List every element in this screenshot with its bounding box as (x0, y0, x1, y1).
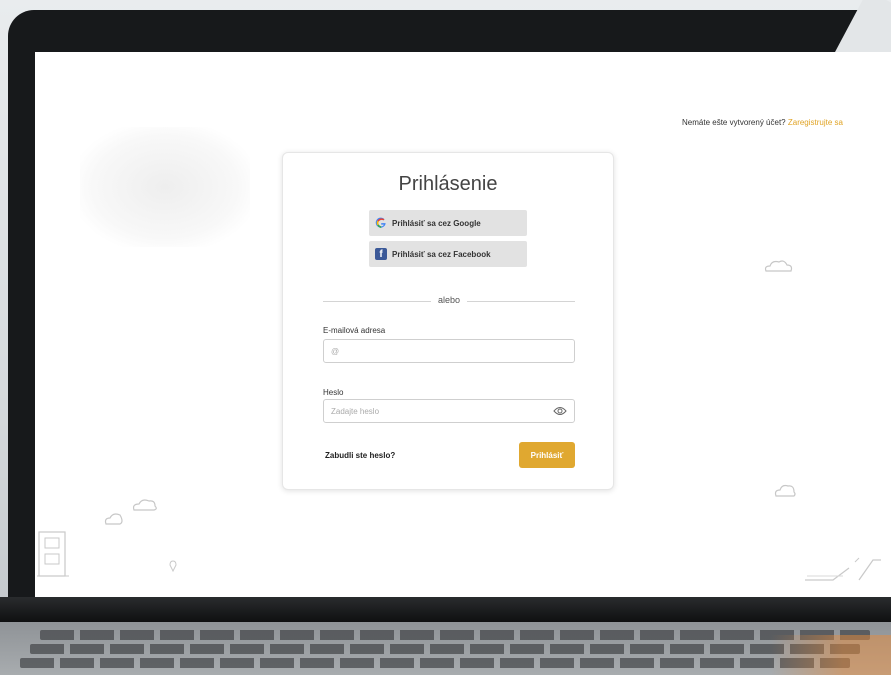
facebook-login-label: Prihlásiť sa cez Facebook (392, 249, 491, 259)
email-field[interactable]: @ (323, 339, 575, 363)
signup-prompt-text: Nemáte ešte vytvorený účet? (682, 118, 786, 127)
google-g-icon (375, 217, 387, 229)
facebook-f-icon: f (375, 248, 387, 260)
key-row (20, 658, 850, 668)
cloud-icon (104, 499, 157, 525)
forgot-password-link[interactable]: Zabudli ste heslo? (325, 451, 395, 460)
google-login-label: Prihlásiť sa cez Google (392, 218, 481, 228)
laptop-hinge (0, 597, 891, 622)
page-title: Prihlásenie (398, 173, 498, 195)
pin-icon (169, 560, 177, 572)
login-button[interactable]: Prihlásiť (519, 442, 575, 468)
laptop-screen: Nemáte ešte vytvorený účet? Zaregistrujt… (35, 52, 891, 597)
email-label: E-mailová adresa (323, 326, 386, 335)
ramp-illustration (805, 557, 881, 581)
google-login-button[interactable]: Prihlásiť sa cez Google (369, 210, 527, 236)
building-illustration (37, 531, 69, 577)
password-field[interactable]: Zadajte heslo (323, 399, 575, 423)
eye-icon[interactable] (553, 406, 567, 416)
facebook-login-button[interactable]: f Prihlásiť sa cez Facebook (369, 241, 527, 267)
key-row (40, 630, 870, 640)
signup-prompt-line: Nemáte ešte vytvorený účet? Zaregistrujt… (682, 118, 843, 127)
background-mug (771, 635, 891, 675)
password-label: Heslo (323, 388, 344, 397)
divider-line-right (467, 301, 575, 302)
signup-link[interactable]: Zaregistrujte sa (788, 118, 843, 127)
decorative-blur (80, 127, 250, 247)
cloud-icon (774, 484, 796, 497)
laptop-keyboard (0, 622, 891, 675)
login-card: Prihlásenie Prihlásiť sa cez Google f Pr… (282, 152, 614, 490)
or-divider: alebo (323, 295, 575, 307)
key-row (30, 644, 860, 654)
cloud-icon (764, 260, 793, 272)
divider-text: alebo (437, 295, 461, 305)
email-placeholder: @ (331, 346, 340, 356)
password-placeholder: Zadajte heslo (331, 406, 380, 416)
